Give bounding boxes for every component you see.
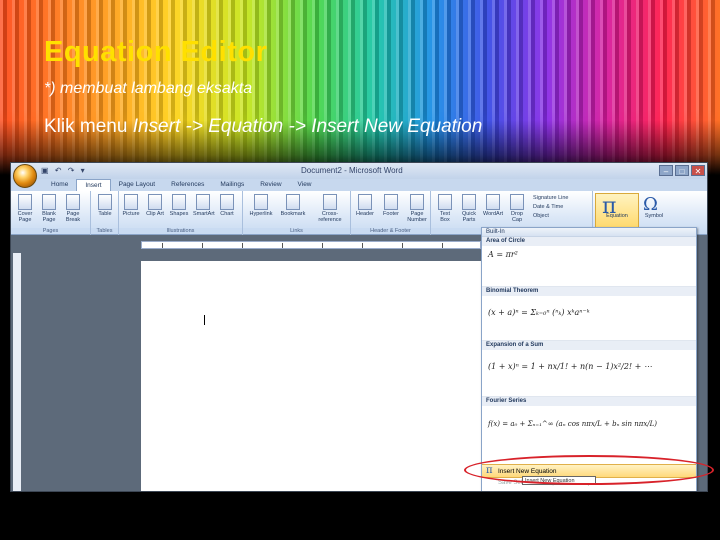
slide-background: Equation Editor *) membuat lambang eksak…: [0, 0, 720, 540]
horizontal-ruler[interactable]: [141, 241, 481, 249]
group-label-tables: Tables: [91, 228, 118, 234]
page-break-button[interactable]: Page Break: [63, 194, 83, 223]
tab-review[interactable]: Review: [252, 179, 289, 191]
slide-subtitle: *) membuat lambang eksakta: [44, 80, 253, 97]
tab-mailings[interactable]: Mailings: [212, 179, 252, 191]
formula-fourier-series: f(x) = a₀ + Σₙ₌₁^∞ (aₙ cos nπx/L + bₙ si…: [488, 420, 658, 428]
footer-button[interactable]: Footer: [381, 194, 401, 217]
clip-art-icon: [148, 194, 162, 210]
group-label-header-footer: Header & Footer: [351, 228, 430, 234]
page-number-icon: [410, 194, 424, 210]
group-label-links: Links: [243, 228, 350, 234]
signature-line-button[interactable]: Signature Line: [533, 194, 568, 203]
formula-expansion-of-sum: (1 + x)ⁿ = 1 + nx/1! + n(n − 1)x²/2! + ⋯: [488, 362, 652, 371]
text-side-list: Signature Line Date & Time Object: [533, 194, 568, 221]
group-label-illustrations: Illustrations: [119, 228, 242, 234]
hyperlink-button[interactable]: Hyperlink: [247, 194, 275, 217]
text-box-button[interactable]: Text Box: [435, 194, 455, 223]
drop-cap-icon: [510, 194, 524, 210]
quick-access-toolbar[interactable]: ▣ ↶ ↷ ▾: [41, 166, 87, 175]
smartart-icon: [196, 194, 210, 210]
cover-page-icon: [18, 194, 32, 210]
omega-icon[interactable]: Ω: [643, 194, 658, 215]
instruction-prefix: Klik menu: [44, 116, 133, 137]
window-titlebar: ▣ ↶ ↷ ▾ Document2 - Microsoft Word – □ ✕: [11, 163, 707, 179]
group-label-pages: Pages: [11, 228, 90, 234]
maximize-icon[interactable]: □: [675, 165, 689, 176]
table-icon: [98, 194, 112, 210]
header-icon: [358, 194, 372, 210]
group-header-footer: Header Footer Page Number Header & Foote…: [351, 191, 431, 235]
chart-button[interactable]: Chart: [217, 194, 237, 217]
wordart-button[interactable]: WordArt: [483, 194, 503, 217]
header-button[interactable]: Header: [355, 194, 375, 217]
wordart-icon: [486, 194, 500, 210]
vertical-ruler[interactable]: [13, 253, 21, 491]
slide-title: Equation Editor: [44, 36, 268, 68]
tab-page-layout[interactable]: Page Layout: [111, 179, 164, 191]
bottom-band: [0, 492, 720, 540]
shapes-button[interactable]: Shapes: [169, 194, 189, 217]
object-button[interactable]: Object: [533, 212, 568, 221]
equation-gallery: Built-In Area of Circle A = πr² Binomial…: [481, 227, 697, 491]
formula-binomial-theorem: (x + a)ⁿ = Σₖ₌₀ⁿ (ⁿₖ) xᵏaⁿ⁻ᵏ: [488, 308, 590, 317]
equation-label: Equation: [606, 213, 628, 219]
group-pages: Cover Page Blank Page Page Break Pages: [11, 191, 91, 235]
tab-view[interactable]: View: [290, 179, 320, 191]
window-title: Document2 - Microsoft Word: [301, 166, 403, 175]
picture-icon: [124, 194, 138, 210]
document-page[interactable]: [141, 261, 491, 491]
bookmark-button[interactable]: Bookmark: [279, 194, 307, 217]
chart-icon: [220, 194, 234, 210]
blank-page-button[interactable]: Blank Page: [39, 194, 59, 223]
tab-insert[interactable]: Insert: [76, 179, 111, 191]
gallery-header: Built-In: [482, 228, 696, 237]
page-number-button[interactable]: Page Number: [407, 194, 427, 223]
gallery-item-binomial-theorem[interactable]: Binomial Theorem (x + a)ⁿ = Σₖ₌₀ⁿ (ⁿₖ) x…: [482, 287, 696, 341]
blank-page-icon: [42, 194, 56, 210]
text-box-icon: [438, 194, 452, 210]
shapes-icon: [172, 194, 186, 210]
table-button[interactable]: Table: [95, 194, 115, 217]
window-controls: – □ ✕: [659, 165, 705, 176]
symbol-label: Symbol: [644, 213, 664, 219]
quick-parts-button[interactable]: Quick Parts: [459, 194, 479, 223]
group-tables: Table Tables: [91, 191, 119, 235]
close-icon[interactable]: ✕: [691, 165, 705, 176]
picture-button[interactable]: Picture: [121, 194, 141, 217]
highlight-ellipse: [464, 455, 714, 485]
instruction-path: Insert -> Equation -> Insert New Equatio…: [132, 116, 483, 137]
gallery-item-area-of-circle[interactable]: Area of Circle A = πr²: [482, 237, 696, 287]
slide-instruction: Klik menu Insert -> Equation -> Insert N…: [44, 116, 482, 138]
globe-icon: [254, 194, 268, 210]
cover-page-button[interactable]: Cover Page: [15, 194, 35, 223]
gallery-item-expansion-of-sum[interactable]: Expansion of a Sum (1 + x)ⁿ = 1 + nx/1! …: [482, 341, 696, 397]
tab-home[interactable]: Home: [43, 179, 76, 191]
quick-parts-icon: [462, 194, 476, 210]
group-illustrations: Picture Clip Art Shapes SmartArt Chart I…: [119, 191, 243, 235]
minimize-icon[interactable]: –: [659, 165, 673, 176]
formula-area-of-circle: A = πr²: [488, 250, 518, 259]
text-cursor: [204, 315, 205, 325]
office-button[interactable]: [13, 164, 37, 188]
tab-references[interactable]: References: [163, 179, 212, 191]
drop-cap-button[interactable]: Drop Cap: [507, 194, 527, 223]
cross-reference-icon: [323, 194, 337, 210]
date-time-button[interactable]: Date & Time: [533, 203, 568, 212]
page-break-icon: [66, 194, 80, 210]
cross-reference-button[interactable]: Cross-reference: [311, 194, 349, 223]
footer-icon: [384, 194, 398, 210]
smartart-button[interactable]: SmartArt: [193, 194, 215, 217]
ribbon-tabs: Home Insert Page Layout References Maili…: [11, 179, 707, 191]
group-links: Hyperlink Bookmark Cross-reference Links: [243, 191, 351, 235]
bookmark-icon: [286, 194, 300, 210]
clip-art-button[interactable]: Clip Art: [145, 194, 165, 217]
word-window: ▣ ↶ ↷ ▾ Document2 - Microsoft Word – □ ✕…: [10, 162, 708, 492]
